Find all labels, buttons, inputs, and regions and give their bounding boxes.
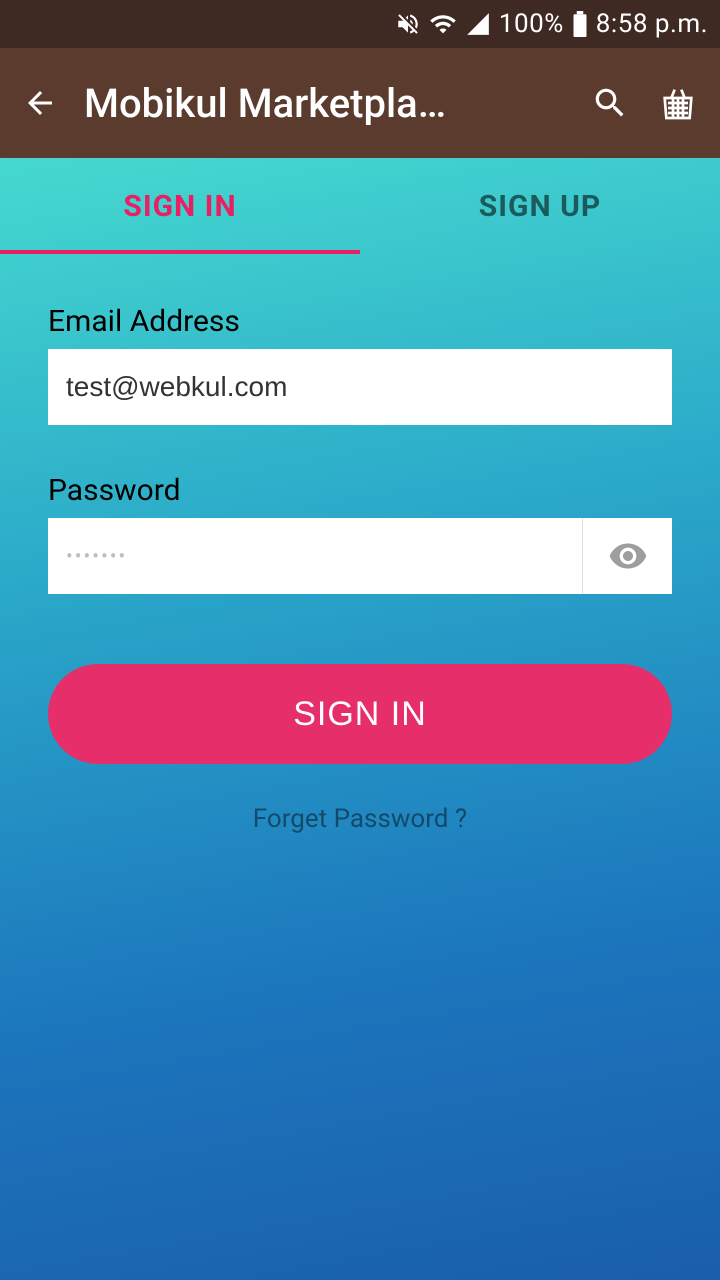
email-input[interactable] — [66, 371, 654, 403]
battery-percent: 100% — [499, 9, 564, 39]
search-icon — [591, 84, 629, 122]
search-button[interactable] — [588, 81, 632, 125]
sign-in-button[interactable]: SIGN IN — [48, 664, 672, 764]
email-input-wrap — [48, 349, 672, 425]
mute-icon — [395, 11, 421, 37]
toggle-password-visibility[interactable] — [582, 518, 672, 594]
tab-sign-up[interactable]: SIGN UP — [360, 158, 720, 254]
password-input[interactable]: ••••••• — [66, 546, 582, 566]
tab-sign-in[interactable]: SIGN IN — [0, 158, 360, 254]
cart-button[interactable] — [656, 81, 700, 125]
status-time: 8:58 p.m. — [596, 9, 708, 39]
status-bar: 100% 8:58 p.m. — [0, 0, 720, 48]
back-arrow-icon — [22, 85, 58, 121]
signin-form: Email Address Password ••••••• SIGN IN F… — [0, 254, 720, 834]
basket-icon — [658, 83, 698, 123]
forget-password-link[interactable]: Forget Password ? — [48, 804, 672, 834]
email-field-group: Email Address — [48, 304, 672, 425]
battery-icon — [572, 11, 588, 37]
auth-tabs: SIGN IN SIGN UP — [0, 158, 720, 254]
password-input-wrap: ••••••• — [48, 518, 672, 594]
email-label: Email Address — [48, 304, 672, 339]
page-title: Mobikul Marketpla… — [84, 80, 564, 127]
eye-icon — [608, 536, 648, 576]
password-label: Password — [48, 473, 672, 508]
app-bar: Mobikul Marketpla… — [0, 48, 720, 158]
signal-icon — [465, 11, 491, 37]
content-area: SIGN IN SIGN UP Email Address Password •… — [0, 158, 720, 1280]
wifi-icon — [429, 10, 457, 38]
password-field-group: Password ••••••• — [48, 473, 672, 594]
back-button[interactable] — [20, 83, 60, 123]
